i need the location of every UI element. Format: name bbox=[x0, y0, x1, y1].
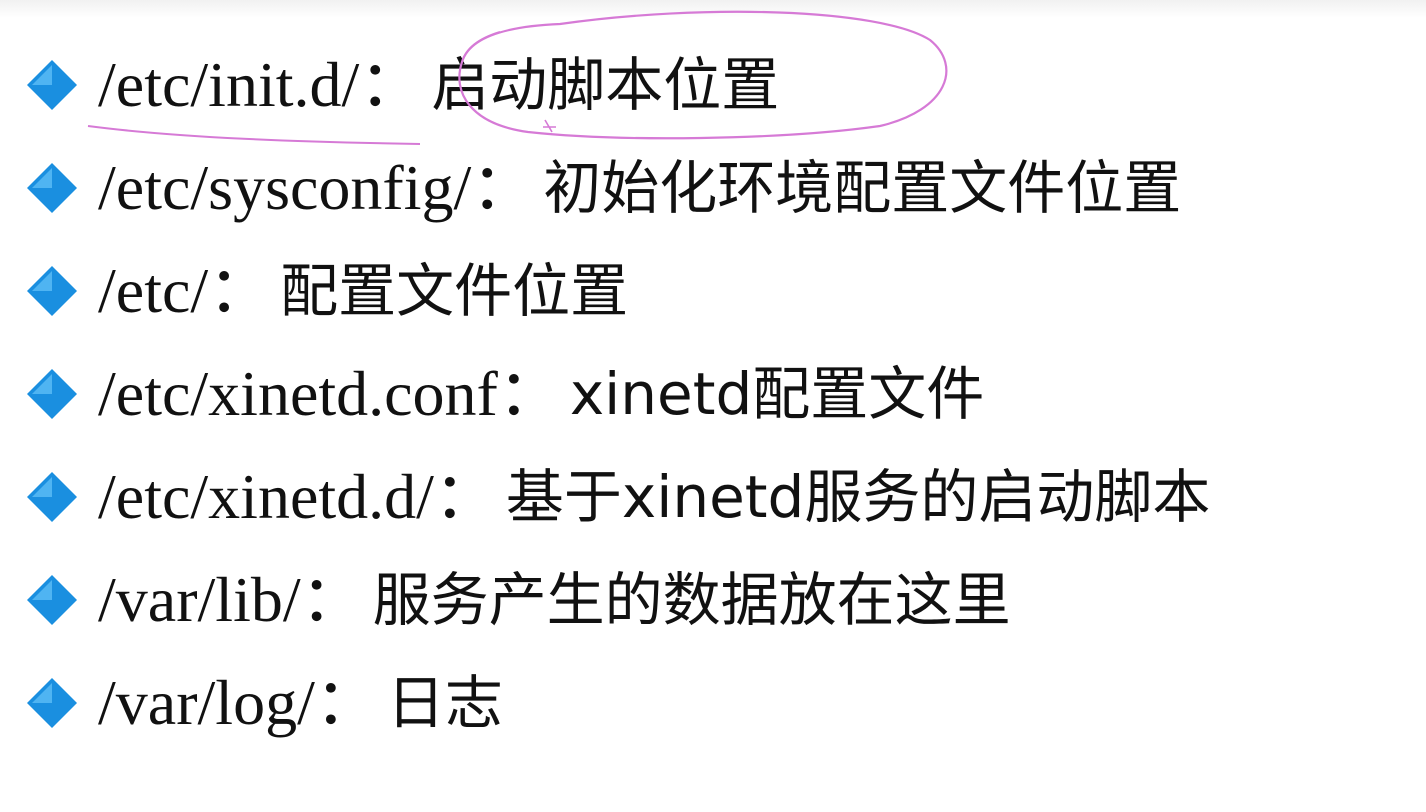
diamond-bullet-icon bbox=[26, 677, 78, 729]
bullet-description: 启动脚本位置 bbox=[431, 50, 780, 119]
bullet-path: /var/log/： bbox=[98, 666, 379, 738]
diamond-bullet-icon bbox=[26, 471, 78, 523]
bullet-description: 配置文件位置 bbox=[280, 256, 629, 325]
slide: /etc/init.d/： 启动脚本位置 /etc/sysconfig/： 初始… bbox=[0, 0, 1426, 812]
bullet-item-var-log: /var/log/： 日志 bbox=[26, 651, 1210, 754]
bullet-description: 基于xinetd服务的启动脚本 bbox=[505, 462, 1211, 531]
bullet-item-etc: /etc/： 配置文件位置 bbox=[26, 239, 1210, 342]
diamond-bullet-icon bbox=[26, 368, 78, 420]
diamond-bullet-icon bbox=[26, 265, 78, 317]
bullet-item-init-d: /etc/init.d/： 启动脚本位置 bbox=[26, 33, 1210, 136]
bullet-path: /etc/xinetd.d/： bbox=[98, 460, 498, 532]
diamond-bullet-icon bbox=[26, 574, 78, 626]
slide-top-edge bbox=[0, 0, 1426, 18]
bullet-path: /etc/sysconfig/： bbox=[98, 151, 536, 223]
bullet-description: 日志 bbox=[386, 668, 503, 737]
diamond-bullet-icon bbox=[26, 59, 78, 111]
bullet-path: /etc/xinetd.conf： bbox=[98, 357, 562, 429]
bullet-item-xinetd-d: /etc/xinetd.d/： 基于xinetd服务的启动脚本 bbox=[26, 445, 1210, 548]
bullet-list: /etc/init.d/： 启动脚本位置 /etc/sysconfig/： 初始… bbox=[26, 33, 1210, 754]
bullet-description: 服务产生的数据放在这里 bbox=[372, 565, 1011, 634]
bullet-description: 初始化环境配置文件位置 bbox=[543, 153, 1182, 222]
bullet-item-var-lib: /var/lib/： 服务产生的数据放在这里 bbox=[26, 548, 1210, 651]
bullet-path: /etc/： bbox=[98, 254, 273, 326]
bullet-path: /etc/init.d/： bbox=[98, 48, 424, 120]
bullet-description: xinetd配置文件 bbox=[569, 359, 985, 428]
bullet-item-xinetd-conf: /etc/xinetd.conf： xinetd配置文件 bbox=[26, 342, 1210, 445]
diamond-bullet-icon bbox=[26, 162, 78, 214]
bullet-item-sysconfig: /etc/sysconfig/： 初始化环境配置文件位置 bbox=[26, 136, 1210, 239]
bullet-path: /var/lib/： bbox=[98, 563, 365, 635]
